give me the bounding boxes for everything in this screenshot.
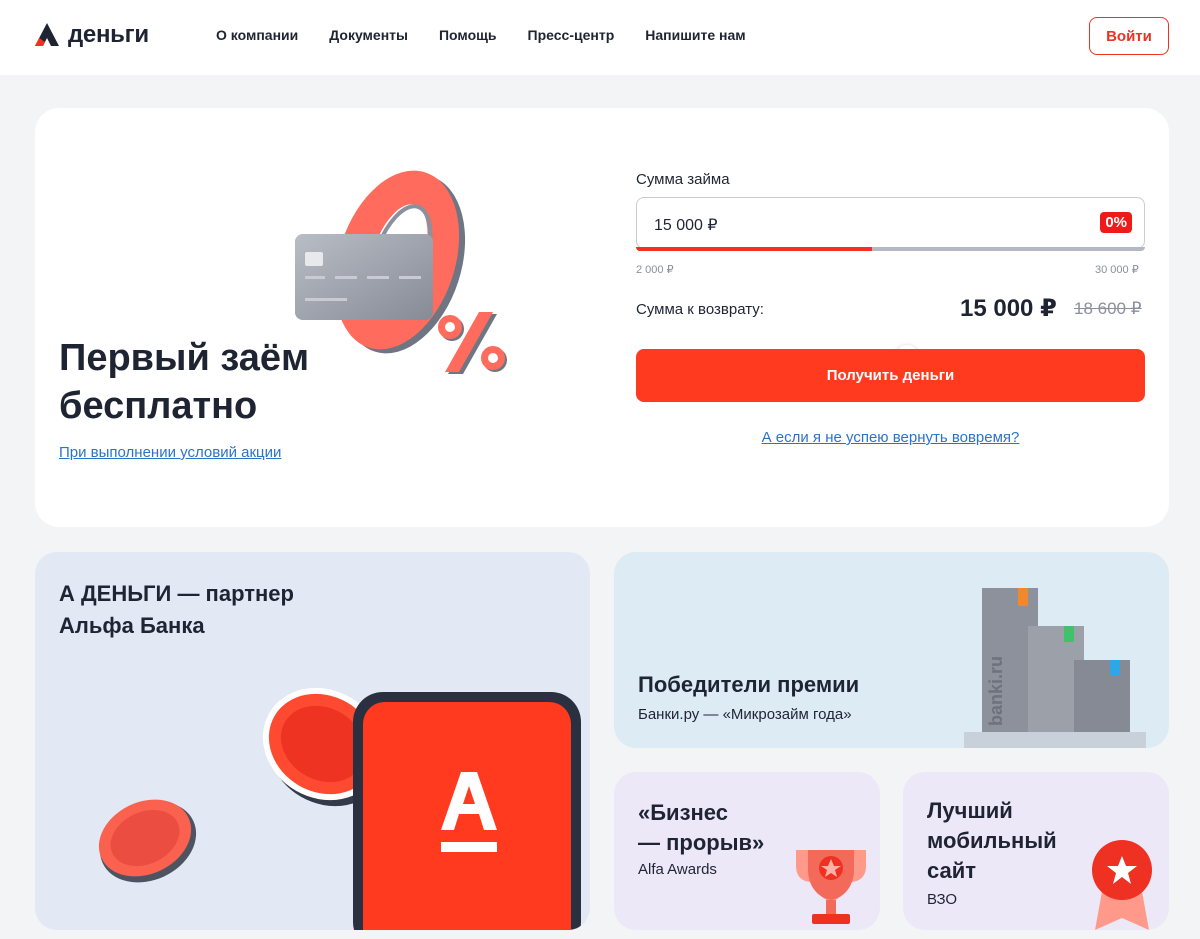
nav-press-center[interactable]: Пресс-центр — [528, 27, 615, 43]
trophy-icon — [796, 850, 866, 924]
late-repayment-link[interactable]: А если я не успею вернуть вовремя? — [636, 429, 1145, 446]
building-label: banki.ru — [986, 656, 1006, 726]
hero-card: Первый заём бесплатно При выполнении усл… — [35, 108, 1169, 527]
main-nav: О компании Документы Помощь Пресс-центр … — [216, 27, 746, 43]
mobile-title-line3: сайт — [927, 858, 977, 883]
mobile-title: Лучший мобильный сайт — [927, 796, 1057, 886]
loan-amount-slider[interactable] — [636, 247, 1145, 251]
mobile-title-line2: мобильный — [927, 828, 1057, 853]
site-header: деньги О компании Документы Помощь Пресс… — [0, 0, 1200, 75]
nav-about[interactable]: О компании — [216, 27, 298, 43]
return-amount-value: 15 000 ₽ — [960, 295, 1057, 322]
medal-icon — [1092, 840, 1152, 930]
building-icon: banki.ru — [964, 588, 1146, 748]
nav-documents[interactable]: Документы — [329, 27, 408, 43]
promo-conditions-link[interactable]: При выполнении условий акции — [59, 444, 281, 461]
logo-mark-icon — [35, 23, 59, 46]
award-winners-title: Победители премии — [638, 672, 860, 697]
coin-icon — [98, 799, 197, 883]
business-breakthrough-card[interactable]: «Бизнес — прорыв» Alfa Awards — [614, 772, 880, 930]
award-winners-card[interactable]: Победители премии Банки.ру — «Микрозайм … — [614, 552, 1169, 748]
credit-card-icon — [295, 234, 433, 320]
rate-badge: 0% — [1100, 212, 1132, 233]
business-title-line2: — прорыв» — [638, 830, 765, 855]
award-winners-subtitle: Банки.ру — «Микрозайм года» — [638, 706, 852, 723]
slider-min-label: 2 000 ₽ — [636, 264, 674, 276]
hero-title-line2: бесплатно — [59, 385, 258, 427]
mobile-title-line1: Лучший — [927, 798, 1013, 823]
loan-amount-label: Сумма займа — [636, 171, 730, 188]
mobile-subtitle: ВЗО — [927, 891, 958, 908]
alfa-partner-card[interactable]: А ДЕНЬГИ — партнер Альфа Банка — [35, 552, 590, 930]
hero-title-line1: Первый заём — [59, 337, 310, 379]
business-subtitle: Alfa Awards — [638, 861, 717, 878]
get-money-button[interactable]: Получить деньги — [636, 349, 1145, 402]
nav-contact[interactable]: Напишите нам — [645, 27, 745, 43]
loan-amount-input[interactable]: 15 000 ₽ 0% — [636, 197, 1145, 249]
loan-amount-value: 15 000 ₽ — [654, 217, 718, 234]
login-button[interactable]: Войти — [1089, 17, 1169, 55]
alfa-title-line1: А ДЕНЬГИ — партнер — [59, 581, 294, 606]
logo[interactable]: деньги — [34, 21, 149, 49]
hero-title: Первый заём бесплатно — [59, 334, 309, 430]
alfa-illustration — [98, 687, 581, 930]
return-amount-label: Сумма к возврату: — [636, 301, 764, 318]
nav-help[interactable]: Помощь — [439, 27, 497, 43]
slider-max-label: 30 000 ₽ — [1095, 264, 1139, 276]
alfa-title-line2: Альфа Банка — [59, 613, 205, 638]
slider-fill — [636, 247, 872, 251]
business-title: «Бизнес — прорыв» — [638, 798, 764, 858]
best-mobile-site-card[interactable]: Лучший мобильный сайт ВЗО — [903, 772, 1169, 930]
logo-text: деньги — [68, 21, 149, 48]
alfa-partner-title: А ДЕНЬГИ — партнер Альфа Банка — [59, 578, 294, 642]
business-title-line1: «Бизнес — [638, 800, 728, 825]
return-amount-old: 18 600 ₽ — [1074, 299, 1142, 318]
